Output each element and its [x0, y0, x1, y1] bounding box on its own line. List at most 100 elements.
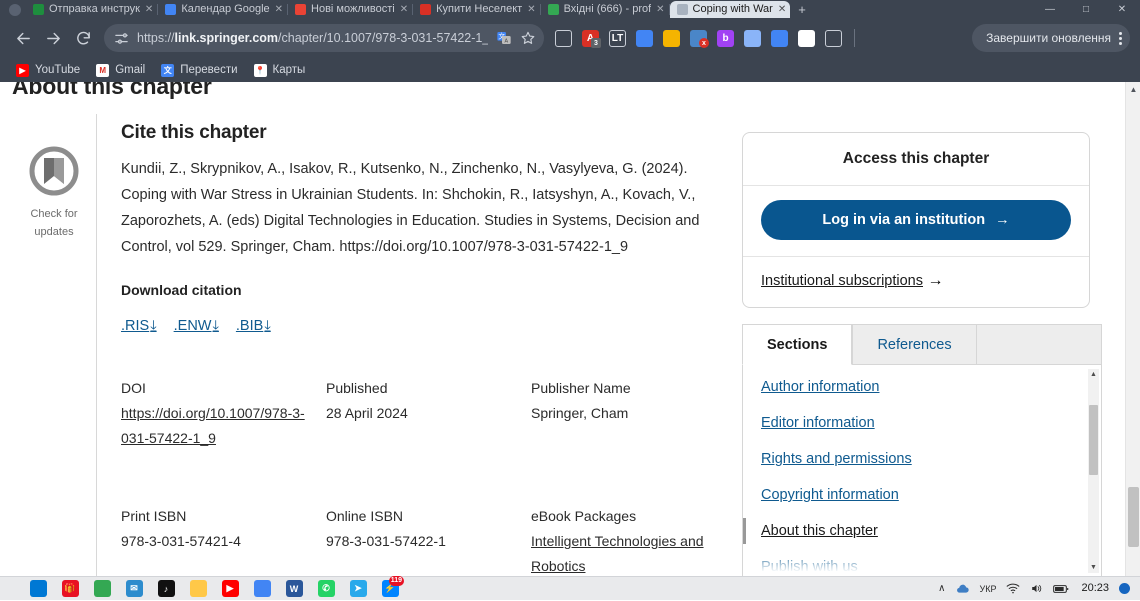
translate-icon[interactable]: 文A [496, 30, 512, 46]
messenger-app[interactable]: ⚡ 119 [374, 575, 406, 601]
scroll-down-icon[interactable]: ▼ [1088, 562, 1099, 573]
institutional-subscriptions-link[interactable]: Institutional subscriptions [761, 273, 923, 289]
log-in-via-institution-button[interactable]: Log in via an institution → [761, 200, 1071, 240]
tab-close-icon[interactable]: ✕ [527, 1, 535, 18]
tab-close-icon[interactable]: ✕ [778, 1, 786, 18]
close-window-button[interactable]: ✕ [1104, 1, 1140, 18]
cloud-icon[interactable] [956, 583, 970, 594]
address-bar[interactable]: https://link.springer.com/chapter/10.100… [104, 24, 544, 52]
file-explorer[interactable] [182, 577, 214, 601]
youtube-app[interactable]: ▶ [214, 577, 246, 601]
word-app[interactable]: W [278, 577, 310, 601]
browser-tab[interactable]: Купити Неселект ✕ [413, 1, 539, 18]
tab-favicon-icon [676, 4, 688, 15]
browser-chrome: Отправка инструк ✕ Календар Google ✕ Нові мо… [0, 0, 1140, 82]
extension-glyph-icon [636, 29, 653, 47]
battery-icon[interactable] [1053, 584, 1069, 594]
tab-close-icon[interactable]: ✕ [656, 1, 664, 18]
scroll-up-icon[interactable]: ▲ [1088, 369, 1099, 380]
whatsapp-app[interactable]: ✆ [310, 577, 342, 601]
wifi-icon[interactable] [1006, 583, 1020, 594]
sidebar-tab-references[interactable]: References [852, 324, 977, 365]
sidebar-section-rights-and-permissions[interactable]: Rights and permissions [743, 441, 1101, 477]
volume-icon[interactable] [1030, 583, 1043, 594]
page-scroll-up-icon[interactable]: ▲ [1126, 82, 1140, 97]
page-scroll-thumb[interactable] [1128, 487, 1139, 547]
tab-close-icon[interactable]: ✕ [400, 1, 408, 18]
tray-overflow-icon[interactable]: ∧ [938, 583, 945, 594]
screenshot-extension[interactable] [739, 24, 766, 52]
tab-search-button[interactable] [4, 2, 26, 18]
browser-tab[interactable]: Отправка инструк ✕ [26, 1, 157, 18]
bookmark-перевести[interactable]: 文 Перевести [155, 62, 243, 79]
telegram-app[interactable]: ➤ [342, 577, 374, 601]
chrome-profile-1[interactable] [86, 577, 118, 601]
languagetool-extension[interactable]: LT [604, 24, 631, 52]
bitly-extension[interactable]: b [712, 24, 739, 52]
back-icon[interactable] [8, 23, 38, 53]
browser-tab[interactable]: Календар Google ✕ [158, 1, 287, 18]
url-text[interactable]: https://link.springer.com/chapter/10.100… [137, 31, 488, 45]
metadata-link[interactable]: Intelligent Technologies and Robotics [531, 533, 704, 574]
start-button[interactable] [22, 577, 54, 601]
metadata-value: 978-3-031-57422-1 [326, 533, 446, 549]
google-translate-extension[interactable] [631, 24, 658, 52]
sidebar-section-label: Copyright information [761, 487, 899, 503]
tab-close-icon[interactable]: ✕ [145, 1, 153, 18]
sections-scrollbar[interactable]: ▲ ▼ [1088, 369, 1099, 573]
bookmark-youtube[interactable]: ▶ YouTube [10, 62, 86, 79]
metadata-value[interactable]: https://doi.org/10.1007/978-3-031-57422-… [121, 401, 326, 451]
folder-extension[interactable]: x [685, 24, 712, 52]
metadata-value: 978-3-031-57421-4 [121, 533, 241, 549]
browser-tab[interactable]: Вхідні (666) - prof ✕ [541, 1, 669, 18]
chrome-menu-icon[interactable] [1119, 31, 1122, 45]
language-indicator[interactable]: УКР [980, 584, 997, 594]
taskbar-badge: 119 [388, 575, 404, 586]
bookmark-gmail[interactable]: M Gmail [90, 62, 151, 79]
mail-app[interactable]: ✉ [118, 577, 150, 601]
finish-update-button[interactable]: Завершити оновлення [972, 24, 1130, 52]
zotero-extension[interactable]: Z [793, 24, 820, 52]
forward-icon[interactable] [38, 23, 68, 53]
tiktok-app[interactable]: ♪ [150, 577, 182, 601]
sidebar-tab-filler [976, 324, 1102, 365]
sidebar-section-author-information[interactable]: Author information [743, 369, 1101, 405]
browser-tab-active[interactable]: Coping with War ✕ [669, 1, 791, 18]
grammar-pen-extension[interactable] [550, 24, 577, 52]
crossmark-badge[interactable]: Check for updates [12, 114, 96, 239]
sidebar-section-about-this-chapter[interactable]: About this chapter [743, 513, 1101, 549]
puzzle-extensions-button[interactable] [820, 24, 847, 52]
maximize-button[interactable]: □ [1068, 1, 1104, 18]
reload-icon[interactable] [68, 23, 98, 53]
taskbar-apps: 🎁 ✉ ♪ ▶ W ✆ ➤ ⚡ 119 [0, 575, 406, 601]
site-settings-icon[interactable] [114, 31, 129, 46]
blue-circle-extension[interactable] [766, 24, 793, 52]
taskbar-clock[interactable]: 20:23 [1081, 583, 1109, 594]
ads-blocker-extension[interactable]: A3 [577, 24, 604, 52]
sections-scroll-thumb[interactable] [1089, 405, 1098, 475]
page-scrollbar[interactable]: ▲ ▼ [1125, 82, 1140, 600]
tab-close-icon[interactable]: ✕ [275, 1, 283, 18]
gift-app[interactable]: 🎁 [54, 577, 86, 601]
extensions-bar: A3 LT xb Z [550, 24, 847, 52]
notification-icon[interactable] [1119, 583, 1130, 594]
download-enw-link[interactable]: .ENW ⤓ [174, 318, 219, 334]
extension-glyph-icon [825, 29, 842, 47]
new-tab-button[interactable]: + [790, 1, 814, 18]
extension-badge: 3 [591, 38, 601, 48]
bookmark-star-icon[interactable] [520, 30, 536, 46]
bookmark-карты[interactable]: 📍 Карты [248, 62, 312, 79]
download-ris-link[interactable]: .RIS ⤓ [121, 318, 157, 334]
sections-list: Author information Editor information Righ… [742, 365, 1102, 577]
sidebar-section-editor-information[interactable]: Editor information [743, 405, 1101, 441]
page-title: About this chapter [12, 82, 212, 99]
chrome-profile-2[interactable] [246, 577, 278, 601]
metadata-link[interactable]: https://doi.org/10.1007/978-3-031-57422-… [121, 405, 305, 446]
download-bib-link[interactable]: .BIB ⤓ [236, 318, 271, 334]
metadata-value[interactable]: Intelligent Technologies and Robotics [531, 529, 724, 579]
browser-tab[interactable]: Нові можливості ✕ [288, 1, 412, 18]
minimize-button[interactable]: — [1032, 1, 1068, 18]
sidebar-section-copyright-information[interactable]: Copyright information [743, 477, 1101, 513]
sidebar-tab-sections[interactable]: Sections [742, 324, 853, 365]
compass-extension[interactable] [658, 24, 685, 52]
